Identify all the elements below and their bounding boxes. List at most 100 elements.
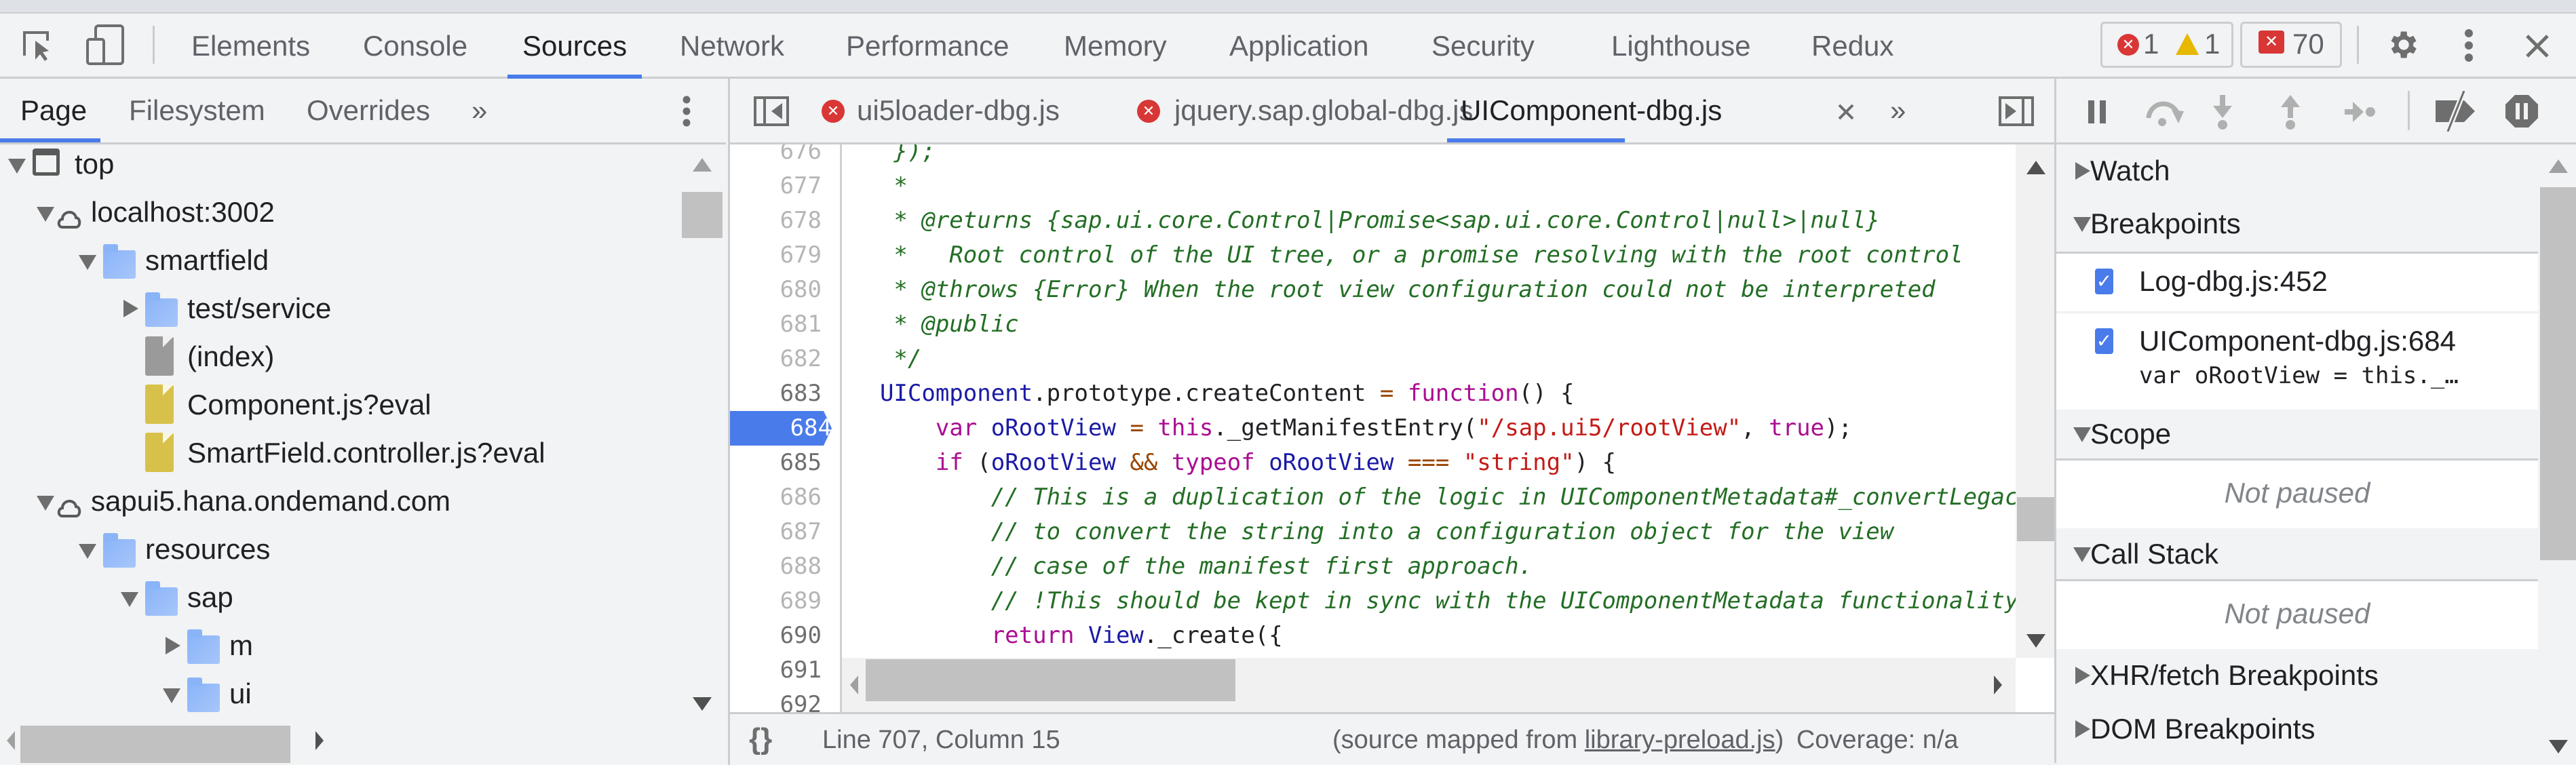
line-number[interactable]: 681 <box>730 307 822 342</box>
inspect-element-icon[interactable] <box>20 28 54 62</box>
pause-on-exceptions-icon[interactable] <box>2504 94 2539 129</box>
step-into-icon[interactable] <box>2212 95 2233 130</box>
tree-item[interactable]: sap <box>0 573 678 621</box>
scroll-right-arrow[interactable] <box>1994 675 2002 694</box>
deactivate-breakpoints-icon[interactable] <box>2433 90 2480 133</box>
step-out-icon[interactable] <box>2280 95 2301 130</box>
navigator-hscroll[interactable] <box>0 718 682 763</box>
tree-item[interactable]: (index) <box>0 332 678 380</box>
code-editor[interactable]: 676 677 678 679 680 681 682 683 684 685 686 687 688 6… <box>728 144 2056 712</box>
tree-item[interactable]: SmartField.controller.js?eval <box>0 429 678 477</box>
device-toolbar-icon[interactable] <box>85 24 126 66</box>
section-watch[interactable]: Watch <box>2056 144 2538 197</box>
source-map-link[interactable]: library-preload.js <box>1585 726 1775 754</box>
collapse-arrow-icon[interactable] <box>163 688 180 703</box>
editor-hscroll-thumb[interactable] <box>866 659 1235 701</box>
collapse-arrow-icon[interactable] <box>79 255 96 270</box>
scroll-right-arrow[interactable] <box>315 731 324 750</box>
tree-item[interactable]: resources <box>0 525 678 573</box>
tab-lighthouse[interactable]: Lighthouse <box>1611 14 1751 77</box>
breakpoint-line-number[interactable]: 684 <box>730 411 832 446</box>
scroll-left-arrow[interactable] <box>7 731 15 750</box>
navigator-more-tabs[interactable]: » <box>472 79 487 142</box>
toggle-debugger-icon[interactable] <box>1999 96 2034 126</box>
tab-memory[interactable]: Memory <box>1064 14 1167 77</box>
tab-application[interactable]: Application <box>1229 14 1368 77</box>
tree-item[interactable]: test/service <box>0 284 678 332</box>
scroll-down-arrow[interactable] <box>2026 634 2045 648</box>
pause-resume-icon[interactable] <box>2087 100 2107 123</box>
expand-arrow-icon[interactable] <box>123 300 138 317</box>
settings-gear-icon[interactable] <box>2385 27 2420 62</box>
scroll-up-arrow[interactable] <box>693 158 712 172</box>
scroll-down-arrow[interactable] <box>2549 740 2568 753</box>
breakpoint-item[interactable]: ✓ UIComponent-dbg.js:684 var oRootView =… <box>2056 313 2538 408</box>
navigator-menu-icon[interactable] <box>682 96 691 127</box>
more-options-icon[interactable] <box>2464 28 2474 62</box>
section-scope[interactable]: Scope <box>2056 408 2538 460</box>
tab-elements[interactable]: Elements <box>191 14 310 77</box>
tab-sources[interactable]: Sources <box>507 14 642 79</box>
section-call-stack[interactable]: Call Stack <box>2056 528 2538 581</box>
breakpoint-checkbox[interactable]: ✓ <box>2095 328 2113 354</box>
navigator-tab-filesystem[interactable]: Filesystem <box>129 79 265 142</box>
pretty-print-icon[interactable]: {} <box>749 722 772 756</box>
close-tab-icon[interactable] <box>1837 103 1855 121</box>
navigator-hscroll-thumb[interactable] <box>20 726 290 763</box>
line-number[interactable]: 678 <box>730 203 822 238</box>
expand-arrow-icon[interactable] <box>166 637 180 654</box>
tree-item[interactable]: ui <box>0 669 678 718</box>
tree-item[interactable]: Component.js?eval <box>0 380 678 429</box>
line-number-gutter[interactable]: 676 677 678 679 680 681 682 683 684 685 686 687 688 6… <box>730 144 842 712</box>
tab-performance[interactable]: Performance <box>846 14 1009 77</box>
close-devtools-icon[interactable] <box>2524 33 2551 60</box>
line-number[interactable]: 688 <box>730 549 822 584</box>
tab-security[interactable]: Security <box>1431 14 1535 77</box>
line-number[interactable]: 676 <box>730 144 822 169</box>
section-dom-breakpoints[interactable]: DOM Breakpoints <box>2056 703 2538 756</box>
breakpoint-checkbox[interactable]: ✓ <box>2095 269 2113 294</box>
line-number[interactable]: 677 <box>730 169 822 203</box>
collapse-arrow-icon[interactable] <box>79 544 96 559</box>
breakpoint-item[interactable]: ✓ Log-dbg.js:452 <box>2056 254 2538 313</box>
line-number[interactable]: 679 <box>730 238 822 273</box>
tree-item[interactable]: top <box>0 144 678 188</box>
navigator-vscroll-thumb[interactable] <box>682 192 723 238</box>
line-number[interactable]: 692 <box>730 688 822 712</box>
section-breakpoints[interactable]: Breakpoints <box>2056 197 2538 250</box>
debugger-vscroll[interactable] <box>2539 144 2576 763</box>
editor-hscroll[interactable] <box>842 658 2016 712</box>
line-number[interactable]: 686 <box>730 480 822 515</box>
section-xhr-breakpoints[interactable]: XHR/fetch Breakpoints <box>2056 649 2538 702</box>
issues-counter[interactable]: ✕ 70 <box>2240 22 2342 68</box>
editor-tab-jquery-sap-global[interactable]: jquery.sap.global-dbg.js <box>1174 79 1474 142</box>
line-number[interactable]: 687 <box>730 515 822 549</box>
error-warning-counter[interactable]: ✕ 1 1 <box>2100 22 2233 68</box>
line-number[interactable]: 683 <box>730 376 822 411</box>
step-over-icon[interactable] <box>2145 98 2185 128</box>
collapse-arrow-icon[interactable] <box>37 207 54 222</box>
scroll-up-arrow[interactable] <box>2026 161 2045 174</box>
debugger-vscroll-thumb[interactable] <box>2540 187 2576 560</box>
line-number[interactable]: 690 <box>730 619 822 653</box>
line-number[interactable]: 685 <box>730 446 822 480</box>
line-number[interactable]: 680 <box>730 273 822 307</box>
collapse-arrow-icon[interactable] <box>37 496 54 511</box>
navigator-vscroll[interactable] <box>682 144 723 714</box>
line-number[interactable]: 689 <box>730 584 822 619</box>
tab-console[interactable]: Console <box>363 14 467 77</box>
toggle-navigator-icon[interactable] <box>754 96 789 126</box>
editor-tab-uicomponent[interactable]: UIComponent-dbg.js <box>1461 79 1722 142</box>
collapse-arrow-icon[interactable] <box>8 159 26 174</box>
editor-vscroll[interactable] <box>2016 144 2056 658</box>
tab-network[interactable]: Network <box>680 14 784 77</box>
scroll-left-arrow[interactable] <box>850 675 858 694</box>
line-number[interactable]: 682 <box>730 342 822 376</box>
navigator-tab-overrides[interactable]: Overrides <box>307 79 430 142</box>
navigator-tab-page[interactable]: Page <box>20 79 87 142</box>
tree-item[interactable]: smartfield <box>0 236 678 284</box>
tree-item[interactable]: sapui5.hana.ondemand.com <box>0 477 678 525</box>
tree-item[interactable]: m <box>0 621 678 669</box>
tab-redux[interactable]: Redux <box>1811 14 1893 77</box>
scroll-up-arrow[interactable] <box>2549 159 2568 173</box>
